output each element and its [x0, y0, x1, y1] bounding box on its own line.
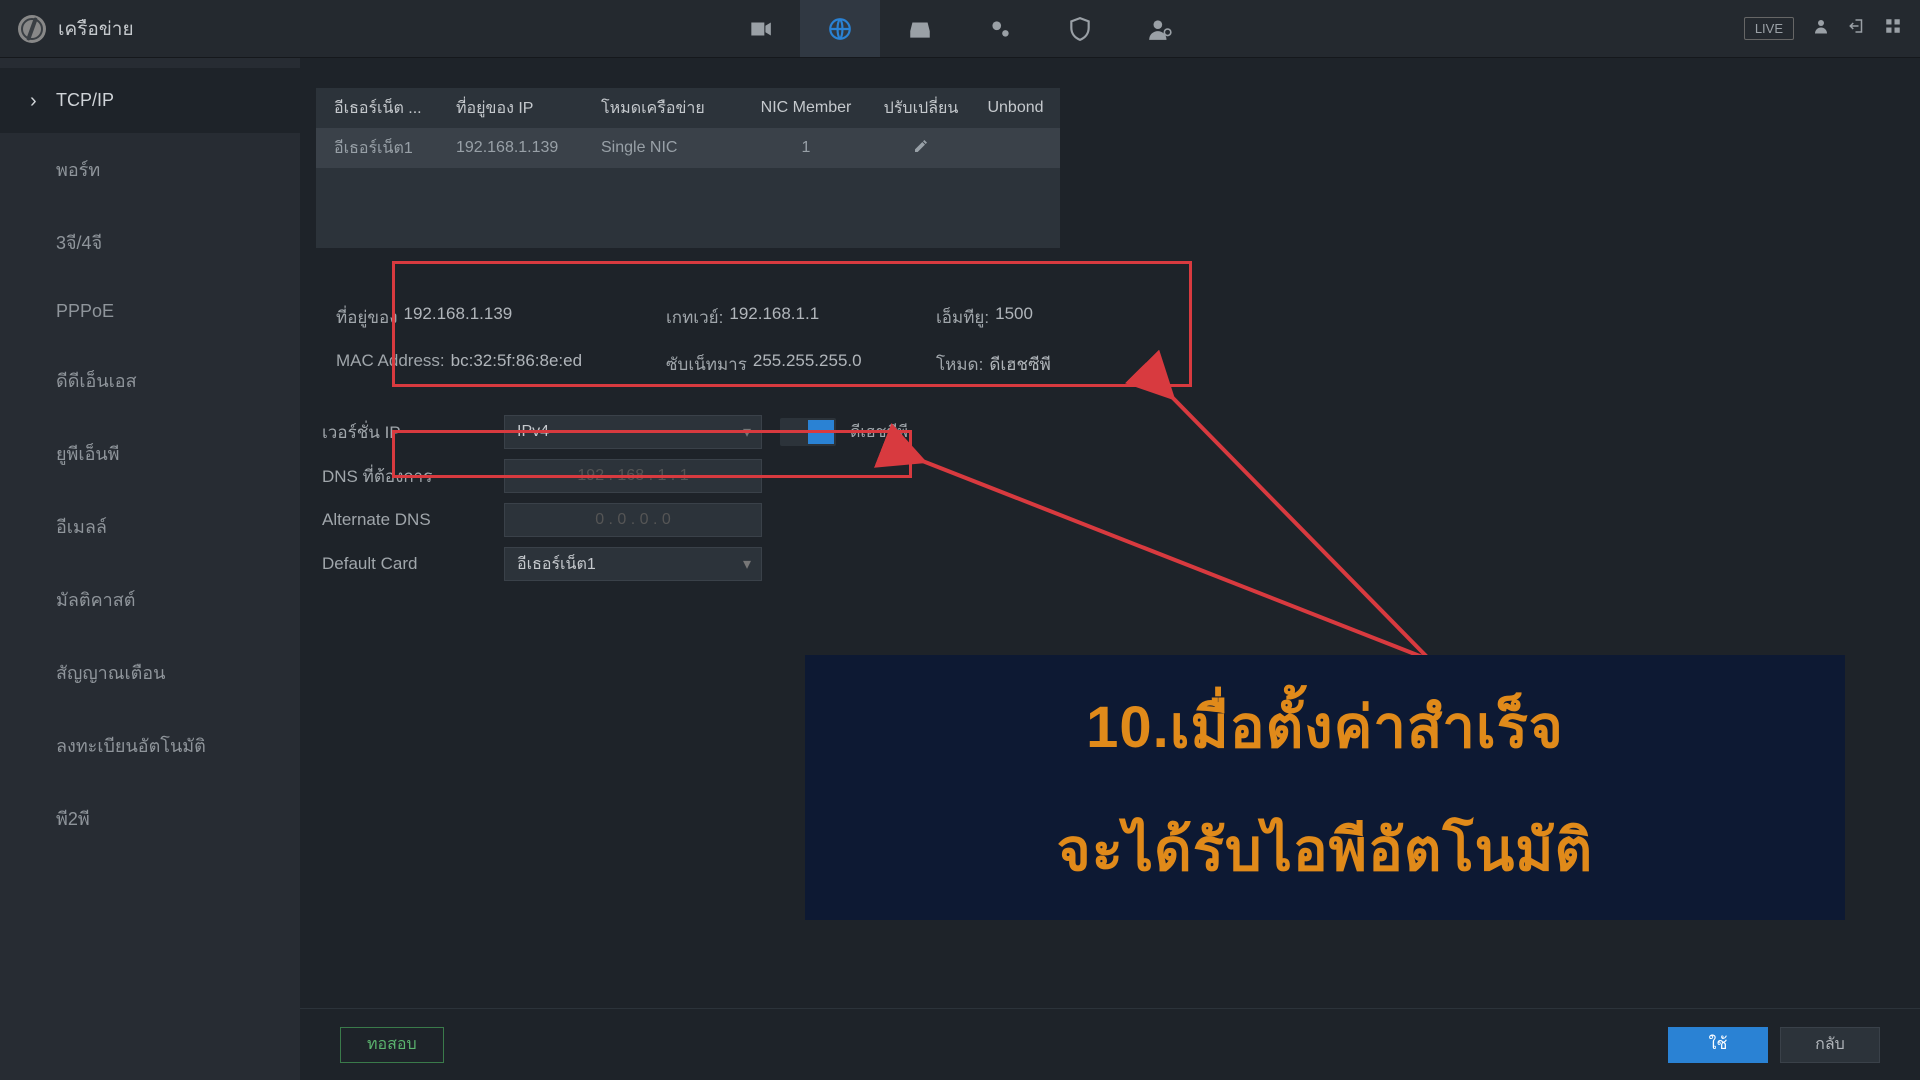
nav-network[interactable] [800, 0, 880, 57]
row-alt-dns: Alternate DNS 0 . 0 . 0 . 0 [316, 498, 976, 542]
sidebar-item-3g4g[interactable]: 3จี/4จี [0, 206, 300, 279]
network-logo-icon [18, 15, 46, 43]
nic-table: อีเธอร์เน็ต ... ที่อยู่ของ IP โหมดเครือข… [316, 88, 1060, 248]
input-pref-dns[interactable]: 192 . 168 . 1 . 1 [504, 459, 762, 493]
sidebar-item-ddns[interactable]: ดีดีเอ็นเอส [0, 344, 300, 417]
col-edit: ปรับเปลี่ยน [871, 96, 971, 121]
topbar-right: LIVE [1744, 17, 1902, 40]
col-unbond: Unbond [971, 99, 1060, 117]
callout-line2: จะได้รับไอพีอัตโนมัติ [835, 803, 1815, 896]
main-layout: TCP/IP พอร์ท 3จี/4จี PPPoE ดีดีเอ็นเอส ย… [0, 58, 1920, 1080]
sidebar-item-alarm[interactable]: สัญญาณเตือน [0, 636, 300, 709]
nav-account[interactable] [1120, 0, 1200, 57]
form-area: เวอร์ชั่น IP IPv4 ดีเฮชซีพี DNS ที่ต้องก… [316, 410, 976, 586]
col-ip: ที่อยู่ของ IP [456, 96, 601, 121]
cell-eth: อีเธอร์เน็ต1 [316, 136, 456, 161]
row-pref-dns: DNS ที่ต้องการ 192 . 168 . 1 . 1 [316, 454, 976, 498]
row-default-card: Default Card อีเธอร์เน็ต1 [316, 542, 976, 586]
grid-icon[interactable] [1884, 17, 1902, 40]
sidebar-item-email[interactable]: อีเมลล์ [0, 490, 300, 563]
info-panel: ที่อยู่ของ192.168.1.139 เกทเวย์:192.168.… [316, 288, 1086, 394]
label-default-card: Default Card [316, 554, 504, 574]
sidebar-item-register[interactable]: ลงทะเบียนอัตโนมัติ [0, 709, 300, 782]
col-member: NIC Member [741, 99, 871, 117]
nav-security[interactable] [1040, 0, 1120, 57]
test-button[interactable]: ทอสอบ [340, 1027, 444, 1063]
sidebar-item-pppoe[interactable]: PPPoE [0, 279, 300, 344]
topbar-nav [720, 0, 1200, 57]
col-ethernet: อีเธอร์เน็ต ... [316, 96, 456, 121]
label-alt-dns: Alternate DNS [316, 510, 504, 530]
dhcp-toggle[interactable] [780, 418, 836, 446]
col-mode: โหมดเครือข่าย [601, 96, 741, 121]
cell-edit[interactable] [871, 138, 971, 159]
sidebar-item-upnp[interactable]: ยูพีเอ็นพี [0, 417, 300, 490]
info-ip: ที่อยู่ของ192.168.1.139 [336, 304, 666, 331]
select-ipversion[interactable]: IPv4 [504, 415, 762, 449]
page-title: เครือข่าย [58, 14, 134, 44]
topbar-left: เครือข่าย [18, 14, 134, 44]
label-dhcp: ดีเฮชซีพี [850, 420, 908, 445]
sidebar: TCP/IP พอร์ท 3จี/4จี PPPoE ดีดีเอ็นเอส ย… [0, 58, 300, 1080]
sidebar-item-port[interactable]: พอร์ท [0, 133, 300, 206]
nic-blank-area [316, 168, 1060, 248]
live-badge[interactable]: LIVE [1744, 17, 1794, 40]
info-subnet: ซับเน็ทมาร255.255.255.0 [666, 351, 936, 378]
logout-icon[interactable] [1848, 17, 1866, 40]
nav-storage[interactable] [880, 0, 960, 57]
nic-header-row: อีเธอร์เน็ต ... ที่อยู่ของ IP โหมดเครือข… [316, 88, 1060, 128]
label-pref-dns: DNS ที่ต้องการ [316, 463, 504, 490]
back-button[interactable]: กลับ [1780, 1027, 1880, 1063]
info-mtu: เอ็มทียู:1500 [936, 304, 1106, 331]
callout-line1: 10.เมื่อตั้งค่าสำเร็จ [835, 680, 1815, 773]
sidebar-item-tcpip[interactable]: TCP/IP [0, 68, 300, 133]
label-ipversion: เวอร์ชั่น IP [316, 419, 504, 446]
info-mac: MAC Address:bc:32:5f:86:8e:ed [336, 351, 666, 378]
cell-mode: Single NIC [601, 139, 741, 157]
toggle-knob [808, 420, 834, 444]
select-default-card[interactable]: อีเธอร์เน็ต1 [504, 547, 762, 581]
info-mode: โหมด:ดีเฮชซีพี [936, 351, 1106, 378]
content: อีเธอร์เน็ต ... ที่อยู่ของ IP โหมดเครือข… [300, 58, 1920, 1080]
cell-member: 1 [741, 139, 871, 157]
input-alt-dns[interactable]: 0 . 0 . 0 . 0 [504, 503, 762, 537]
top-bar: เครือข่าย LIVE [0, 0, 1920, 58]
callout-overlay: 10.เมื่อตั้งค่าสำเร็จ จะได้รับไอพีอัตโนม… [805, 655, 1845, 920]
nic-data-row[interactable]: อีเธอร์เน็ต1 192.168.1.139 Single NIC 1 [316, 128, 1060, 168]
user-icon[interactable] [1812, 17, 1830, 40]
info-gateway: เกทเวย์:192.168.1.1 [666, 304, 936, 331]
sidebar-item-p2p[interactable]: พี2พี [0, 782, 300, 855]
nav-camera[interactable] [720, 0, 800, 57]
nav-settings[interactable] [960, 0, 1040, 57]
pencil-icon[interactable] [913, 138, 929, 154]
apply-button[interactable]: ใช้ [1668, 1027, 1768, 1063]
cell-ip: 192.168.1.139 [456, 139, 601, 157]
row-ipversion: เวอร์ชั่น IP IPv4 ดีเฮชซีพี [316, 410, 976, 454]
footer-bar: ทอสอบ ใช้ กลับ [300, 1008, 1920, 1080]
sidebar-item-multicast[interactable]: มัลติคาสต์ [0, 563, 300, 636]
